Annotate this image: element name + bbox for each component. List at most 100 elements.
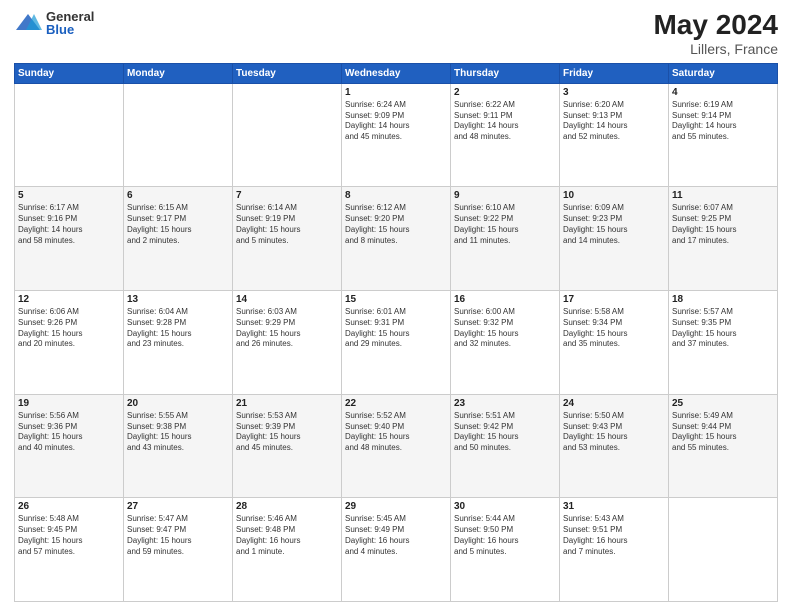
weekday-header-thursday: Thursday: [451, 63, 560, 83]
logo-icon: [14, 12, 42, 34]
day-number: 4: [672, 87, 774, 98]
day-number: 9: [454, 190, 556, 201]
day-number: 19: [18, 398, 120, 409]
calendar-cell: 18 Sunrise: 5:57 AM Sunset: 9:35 PM Dayli…: [669, 291, 778, 395]
day-number: 23: [454, 398, 556, 409]
calendar-cell: 22 Sunrise: 5:52 AM Sunset: 9:40 PM Dayli…: [342, 394, 451, 498]
weekday-header-tuesday: Tuesday: [233, 63, 342, 83]
calendar-cell: 5 Sunrise: 6:17 AM Sunset: 9:16 PM Daylig…: [15, 187, 124, 291]
day-info: Sunrise: 5:49 AM Sunset: 9:44 PM Dayligh…: [672, 411, 774, 454]
weekday-header-sunday: Sunday: [15, 63, 124, 83]
day-info: Sunrise: 5:45 AM Sunset: 9:49 PM Dayligh…: [345, 514, 447, 557]
calendar-cell: 20 Sunrise: 5:55 AM Sunset: 9:38 PM Dayli…: [124, 394, 233, 498]
calendar-subtitle: Lillers, France: [653, 41, 778, 57]
day-number: 20: [127, 398, 229, 409]
weekday-header-saturday: Saturday: [669, 63, 778, 83]
calendar-cell: 13 Sunrise: 6:04 AM Sunset: 9:28 PM Dayli…: [124, 291, 233, 395]
day-number: 10: [563, 190, 665, 201]
day-number: 3: [563, 87, 665, 98]
day-info: Sunrise: 6:20 AM Sunset: 9:13 PM Dayligh…: [563, 100, 665, 143]
day-info: Sunrise: 5:56 AM Sunset: 9:36 PM Dayligh…: [18, 411, 120, 454]
day-info: Sunrise: 6:10 AM Sunset: 9:22 PM Dayligh…: [454, 203, 556, 246]
day-number: 29: [345, 501, 447, 512]
day-number: 5: [18, 190, 120, 201]
day-info: Sunrise: 5:43 AM Sunset: 9:51 PM Dayligh…: [563, 514, 665, 557]
day-info: Sunrise: 6:06 AM Sunset: 9:26 PM Dayligh…: [18, 307, 120, 350]
day-number: 21: [236, 398, 338, 409]
calendar-cell: 10 Sunrise: 6:09 AM Sunset: 9:23 PM Dayli…: [560, 187, 669, 291]
logo-blue-text: Blue: [46, 23, 94, 36]
day-info: Sunrise: 6:09 AM Sunset: 9:23 PM Dayligh…: [563, 203, 665, 246]
calendar-cell: 3 Sunrise: 6:20 AM Sunset: 9:13 PM Daylig…: [560, 83, 669, 187]
day-number: 7: [236, 190, 338, 201]
calendar-cell: 31Sunrise: 5:43 AM Sunset: 9:51 PM Dayli…: [560, 498, 669, 602]
day-info: Sunrise: 5:48 AM Sunset: 9:45 PM Dayligh…: [18, 514, 120, 557]
calendar-cell: 11 Sunrise: 6:07 AM Sunset: 9:25 PM Dayli…: [669, 187, 778, 291]
day-number: 13: [127, 294, 229, 305]
day-number: 15: [345, 294, 447, 305]
calendar-cell: [124, 83, 233, 187]
calendar-cell: 29 Sunrise: 5:45 AM Sunset: 9:49 PM Dayli…: [342, 498, 451, 602]
day-number: 8: [345, 190, 447, 201]
day-info: Sunrise: 6:03 AM Sunset: 9:29 PM Dayligh…: [236, 307, 338, 350]
day-number: 24: [563, 398, 665, 409]
day-number: 28: [236, 501, 338, 512]
header: General Blue May 2024 Lillers, France: [14, 10, 778, 57]
calendar-cell: 21 Sunrise: 5:53 AM Sunset: 9:39 PM Dayli…: [233, 394, 342, 498]
day-info: Sunrise: 5:46 AM Sunset: 9:48 PM Dayligh…: [236, 514, 338, 557]
day-info: Sunrise: 5:50 AM Sunset: 9:43 PM Dayligh…: [563, 411, 665, 454]
calendar-cell: 24 Sunrise: 5:50 AM Sunset: 9:43 PM Dayli…: [560, 394, 669, 498]
day-number: 18: [672, 294, 774, 305]
day-info: Sunrise: 6:12 AM Sunset: 9:20 PM Dayligh…: [345, 203, 447, 246]
logo: General Blue: [14, 10, 94, 36]
calendar-week-1: 5 Sunrise: 6:17 AM Sunset: 9:16 PM Daylig…: [15, 187, 778, 291]
weekday-header-wednesday: Wednesday: [342, 63, 451, 83]
calendar-cell: 7 Sunrise: 6:14 AM Sunset: 9:19 PM Daylig…: [233, 187, 342, 291]
day-number: 11: [672, 190, 774, 201]
calendar-cell: 30 Sunrise: 5:44 AM Sunset: 9:50 PM Dayli…: [451, 498, 560, 602]
calendar-cell: 14 Sunrise: 6:03 AM Sunset: 9:29 PM Dayli…: [233, 291, 342, 395]
calendar-cell: 26 Sunrise: 5:48 AM Sunset: 9:45 PM Dayli…: [15, 498, 124, 602]
calendar-cell: 1Sunrise: 6:24 AM Sunset: 9:09 PM Daylig…: [342, 83, 451, 187]
calendar-cell: 2 Sunrise: 6:22 AM Sunset: 9:11 PM Daylig…: [451, 83, 560, 187]
calendar-title: May 2024: [653, 10, 778, 41]
day-info: Sunrise: 5:57 AM Sunset: 9:35 PM Dayligh…: [672, 307, 774, 350]
calendar-week-2: 12Sunrise: 6:06 AM Sunset: 9:26 PM Dayli…: [15, 291, 778, 395]
calendar-cell: 27Sunrise: 5:47 AM Sunset: 9:47 PM Dayli…: [124, 498, 233, 602]
day-number: 1: [345, 87, 447, 98]
calendar-cell: 16Sunrise: 6:00 AM Sunset: 9:32 PM Dayli…: [451, 291, 560, 395]
calendar-cell: 17Sunrise: 5:58 AM Sunset: 9:34 PM Dayli…: [560, 291, 669, 395]
calendar-cell: 4Sunrise: 6:19 AM Sunset: 9:14 PM Daylig…: [669, 83, 778, 187]
calendar-week-4: 26 Sunrise: 5:48 AM Sunset: 9:45 PM Dayli…: [15, 498, 778, 602]
day-info: Sunrise: 5:52 AM Sunset: 9:40 PM Dayligh…: [345, 411, 447, 454]
day-number: 30: [454, 501, 556, 512]
calendar-body: 1Sunrise: 6:24 AM Sunset: 9:09 PM Daylig…: [15, 83, 778, 601]
calendar-cell: [15, 83, 124, 187]
day-info: Sunrise: 6:07 AM Sunset: 9:25 PM Dayligh…: [672, 203, 774, 246]
day-info: Sunrise: 5:58 AM Sunset: 9:34 PM Dayligh…: [563, 307, 665, 350]
day-info: Sunrise: 6:04 AM Sunset: 9:28 PM Dayligh…: [127, 307, 229, 350]
day-info: Sunrise: 5:44 AM Sunset: 9:50 PM Dayligh…: [454, 514, 556, 557]
calendar-cell: 19 Sunrise: 5:56 AM Sunset: 9:36 PM Dayli…: [15, 394, 124, 498]
day-number: 26: [18, 501, 120, 512]
day-number: 14: [236, 294, 338, 305]
logo-text: General Blue: [46, 10, 94, 36]
day-info: Sunrise: 5:53 AM Sunset: 9:39 PM Dayligh…: [236, 411, 338, 454]
calendar-week-0: 1Sunrise: 6:24 AM Sunset: 9:09 PM Daylig…: [15, 83, 778, 187]
day-number: 22: [345, 398, 447, 409]
day-info: Sunrise: 6:17 AM Sunset: 9:16 PM Dayligh…: [18, 203, 120, 246]
header-row: SundayMondayTuesdayWednesdayThursdayFrid…: [15, 63, 778, 83]
day-number: 2: [454, 87, 556, 98]
day-number: 25: [672, 398, 774, 409]
day-info: Sunrise: 6:14 AM Sunset: 9:19 PM Dayligh…: [236, 203, 338, 246]
calendar-cell: 12Sunrise: 6:06 AM Sunset: 9:26 PM Dayli…: [15, 291, 124, 395]
day-number: 27: [127, 501, 229, 512]
day-info: Sunrise: 5:55 AM Sunset: 9:38 PM Dayligh…: [127, 411, 229, 454]
calendar-cell: 8 Sunrise: 6:12 AM Sunset: 9:20 PM Daylig…: [342, 187, 451, 291]
weekday-header-friday: Friday: [560, 63, 669, 83]
day-info: Sunrise: 6:22 AM Sunset: 9:11 PM Dayligh…: [454, 100, 556, 143]
calendar-cell: 28 Sunrise: 5:46 AM Sunset: 9:48 PM Dayli…: [233, 498, 342, 602]
day-number: 16: [454, 294, 556, 305]
calendar-cell: 6Sunrise: 6:15 AM Sunset: 9:17 PM Daylig…: [124, 187, 233, 291]
calendar-table: SundayMondayTuesdayWednesdayThursdayFrid…: [14, 63, 778, 602]
